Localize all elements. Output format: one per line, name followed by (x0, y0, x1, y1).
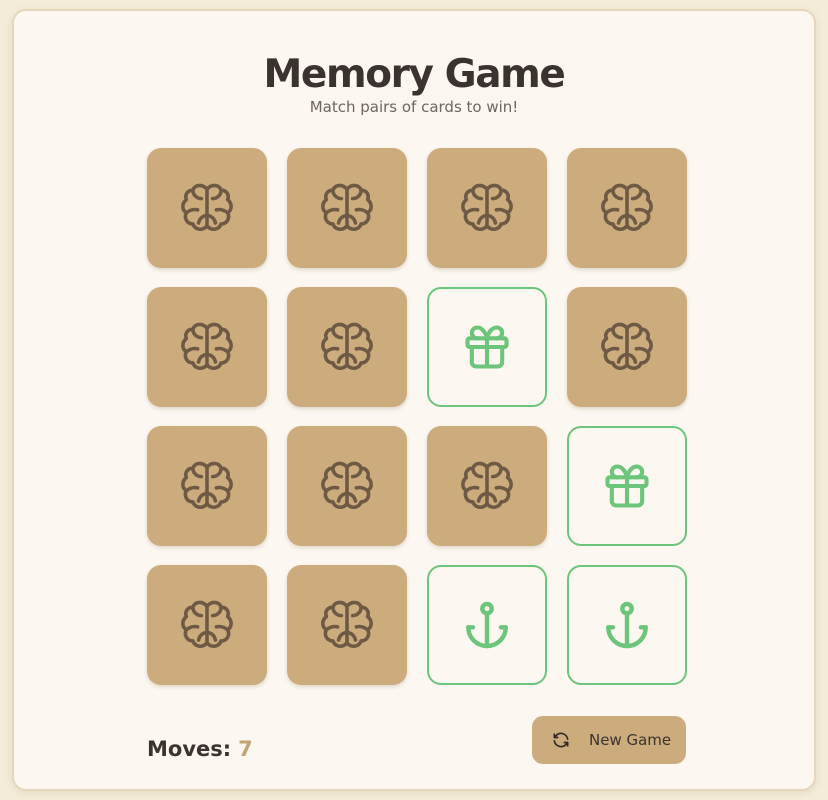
brain-icon (457, 178, 517, 238)
card-hidden[interactable] (427, 148, 547, 268)
brain-icon (597, 178, 657, 238)
new-game-button[interactable]: New Game (532, 716, 686, 764)
brain-icon (317, 456, 377, 516)
brain-icon (317, 178, 377, 238)
card-hidden[interactable] (567, 148, 687, 268)
card-hidden[interactable] (147, 287, 267, 407)
brain-icon (177, 317, 237, 377)
card-hidden[interactable] (287, 565, 407, 685)
refresh-icon (551, 730, 571, 750)
anchor-icon (459, 597, 515, 653)
moves-label: Moves: (147, 737, 232, 761)
brain-icon (177, 178, 237, 238)
brain-icon (177, 595, 237, 655)
brain-icon (457, 456, 517, 516)
anchor-icon (599, 597, 655, 653)
card-hidden[interactable] (147, 426, 267, 546)
brain-icon (317, 317, 377, 377)
card-grid (147, 148, 687, 685)
card-hidden[interactable] (147, 565, 267, 685)
brain-icon (597, 317, 657, 377)
new-game-label: New Game (589, 731, 672, 749)
brain-icon (177, 456, 237, 516)
card-hidden[interactable] (427, 426, 547, 546)
brain-icon (317, 595, 377, 655)
card-hidden[interactable] (567, 287, 687, 407)
card-hidden[interactable] (287, 287, 407, 407)
card-hidden[interactable] (147, 148, 267, 268)
card-matched[interactable] (567, 565, 687, 685)
game-panel: Memory Game Match pairs of cards to win!… (12, 9, 816, 791)
moves-count: 7 (238, 737, 253, 761)
card-hidden[interactable] (287, 148, 407, 268)
card-hidden[interactable] (287, 426, 407, 546)
gift-icon (461, 321, 513, 373)
moves-counter: Moves: 7 (147, 725, 253, 773)
card-matched[interactable] (427, 565, 547, 685)
card-matched[interactable] (427, 287, 547, 407)
card-matched[interactable] (567, 426, 687, 546)
page-title: Memory Game (263, 52, 566, 97)
page-subtitle: Match pairs of cards to win! (309, 98, 519, 116)
gift-icon (601, 460, 653, 512)
